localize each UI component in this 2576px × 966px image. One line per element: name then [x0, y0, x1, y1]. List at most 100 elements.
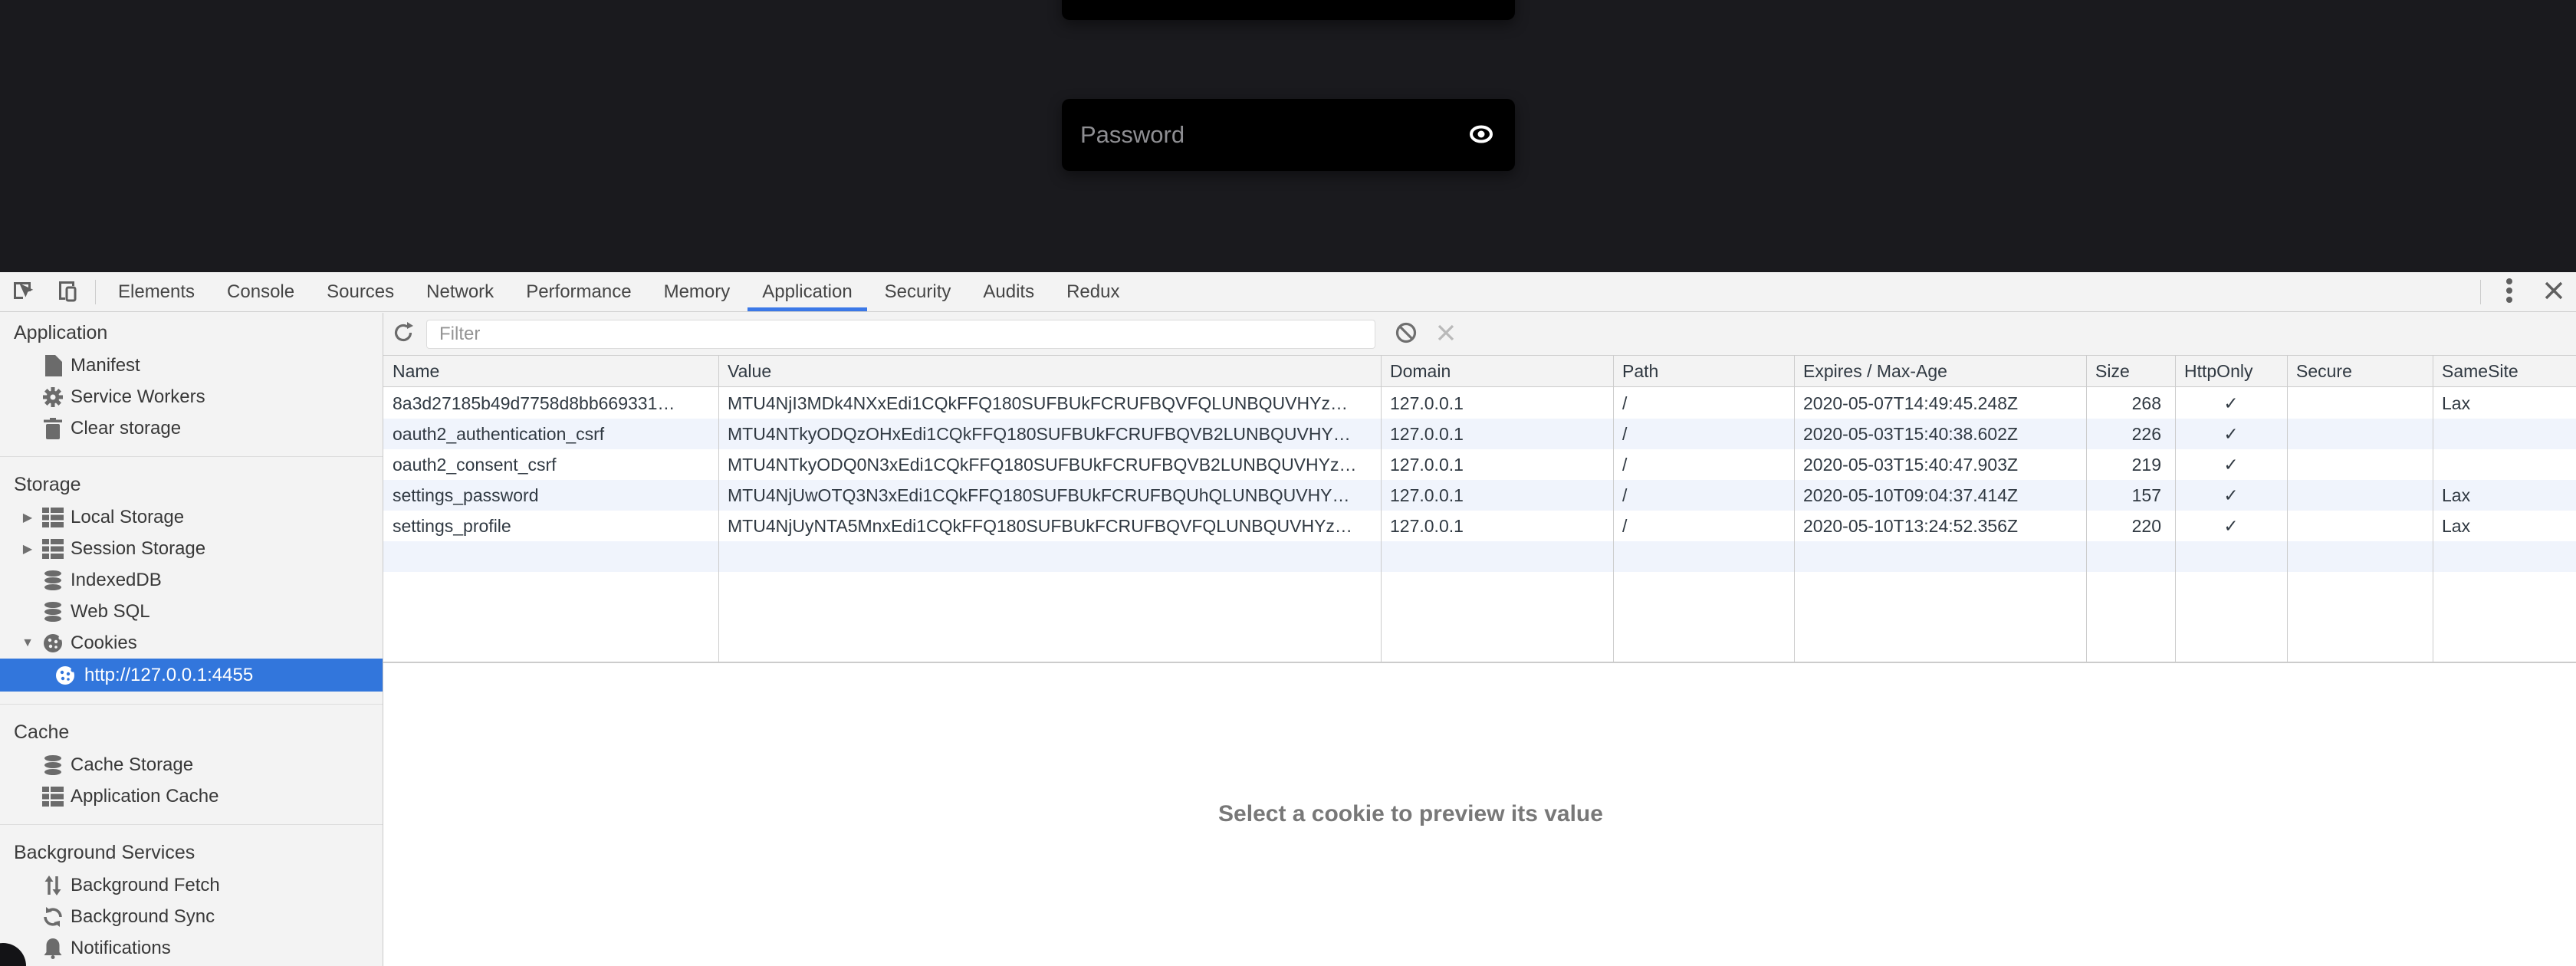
- cookie-size[interactable]: 219: [2086, 449, 2175, 480]
- cookie-row[interactable]: 8a3d27185b49d7758d8bb669331… MTU4NjI3MDk…: [383, 388, 2576, 419]
- cookie-expires[interactable]: 2020-05-10T09:04:37.414Z: [1794, 480, 2086, 511]
- cookie-domain[interactable]: 127.0.0.1: [1381, 388, 1613, 419]
- cookie-value[interactable]: MTU4NjUyNTA5MnxEdi1CQkFFQ180SUFBUkFCRUFB…: [718, 511, 1381, 541]
- password-input[interactable]: [1062, 121, 1467, 149]
- sidebar-item-background-sync[interactable]: Background Sync: [0, 901, 383, 932]
- cookie-name[interactable]: oauth2_authentication_csrf: [383, 419, 718, 449]
- login-field-partial[interactable]: [1062, 0, 1515, 20]
- cookie-value[interactable]: MTU4NTkyODQ0N3xEdi1CQkFFQ180SUFBUkFCRUFB…: [718, 449, 1381, 480]
- cookie-value[interactable]: MTU4NjI3MDk4NXxEdi1CQkFFQ180SUFBUkFCRUFB…: [718, 388, 1381, 419]
- sidebar-item-web-sql[interactable]: Web SQL: [0, 596, 383, 627]
- cookie-samesite[interactable]: Lax: [2433, 511, 2576, 541]
- cookie-httponly[interactable]: ✓: [2175, 449, 2287, 480]
- cookie-name[interactable]: settings_password: [383, 480, 718, 511]
- cookie-size[interactable]: 220: [2086, 511, 2175, 541]
- tab-sources[interactable]: Sources: [310, 272, 410, 311]
- cookie-expires[interactable]: 2020-05-10T13:24:52.356Z: [1794, 511, 2086, 541]
- toggle-password-visibility-button[interactable]: [1467, 124, 1515, 146]
- device-toolbar-button[interactable]: [44, 272, 89, 311]
- cookie-icon: [41, 632, 64, 655]
- cookie-name[interactable]: 8a3d27185b49d7758d8bb669331…: [383, 388, 718, 419]
- cookie-filter-input[interactable]: [426, 320, 1375, 349]
- chevron-right-icon[interactable]: ▶: [18, 510, 37, 525]
- cookie-domain[interactable]: 127.0.0.1: [1381, 480, 1613, 511]
- column-header-path[interactable]: Path: [1613, 356, 1794, 386]
- sidebar-item-manifest[interactable]: Manifest: [0, 350, 383, 381]
- cookie-size[interactable]: 268: [2086, 388, 2175, 419]
- cookie-samesite[interactable]: [2433, 449, 2576, 480]
- cookie-secure[interactable]: [2287, 388, 2433, 419]
- cookie-path[interactable]: /: [1613, 511, 1794, 541]
- tab-redux[interactable]: Redux: [1050, 272, 1135, 311]
- tab-elements[interactable]: Elements: [102, 272, 211, 311]
- tab-memory[interactable]: Memory: [648, 272, 747, 311]
- sidebar-item-application-cache[interactable]: Application Cache: [0, 780, 383, 812]
- cookie-secure[interactable]: [2287, 511, 2433, 541]
- sidebar-item-background-fetch[interactable]: Background Fetch: [0, 869, 383, 901]
- column-header-expires[interactable]: Expires / Max-Age: [1794, 356, 2086, 386]
- cookie-row[interactable]: oauth2_consent_csrf MTU4NTkyODQ0N3xEdi1C…: [383, 449, 2576, 480]
- cookie-httponly[interactable]: ✓: [2175, 388, 2287, 419]
- sidebar-item-notifications[interactable]: Notifications: [0, 932, 383, 964]
- cookie-httponly[interactable]: ✓: [2175, 511, 2287, 541]
- cookie-httponly[interactable]: ✓: [2175, 419, 2287, 449]
- cookie-name[interactable]: oauth2_consent_csrf: [383, 449, 718, 480]
- database-icon: [41, 600, 64, 623]
- cookie-samesite[interactable]: Lax: [2433, 480, 2576, 511]
- cookie-secure[interactable]: [2287, 449, 2433, 480]
- sidebar-item-indexeddb[interactable]: IndexedDB: [0, 564, 383, 596]
- cookie-domain[interactable]: 127.0.0.1: [1381, 511, 1613, 541]
- column-header-secure[interactable]: Secure: [2287, 356, 2433, 386]
- cookie-row[interactable]: oauth2_authentication_csrf MTU4NTkyODQzO…: [383, 419, 2576, 449]
- tab-network[interactable]: Network: [410, 272, 510, 311]
- column-header-domain[interactable]: Domain: [1381, 356, 1613, 386]
- devtools-menu-button[interactable]: [2487, 272, 2532, 311]
- cookie-secure[interactable]: [2287, 419, 2433, 449]
- cookie-name[interactable]: settings_profile: [383, 511, 718, 541]
- column-header-name[interactable]: Name: [383, 356, 718, 386]
- sidebar-item-clear-storage[interactable]: Clear storage: [0, 412, 383, 444]
- cookie-secure[interactable]: [2287, 480, 2433, 511]
- tab-console[interactable]: Console: [211, 272, 310, 311]
- cookie-path[interactable]: /: [1613, 480, 1794, 511]
- cookie-domain[interactable]: 127.0.0.1: [1381, 449, 1613, 480]
- cookie-row[interactable]: settings_password MTU4NjUwOTQ3N3xEdi1CQk…: [383, 480, 2576, 511]
- tab-audits[interactable]: Audits: [967, 272, 1050, 311]
- cookie-table-header: Name Value Domain Path Expires / Max-Age…: [383, 355, 2576, 387]
- sidebar-item-local-storage[interactable]: ▶ Local Storage: [0, 501, 383, 533]
- sidebar-item-session-storage[interactable]: ▶ Session Storage: [0, 533, 383, 564]
- sidebar-item-cookie-origin[interactable]: http://127.0.0.1:4455: [0, 659, 383, 692]
- cookie-size[interactable]: 226: [2086, 419, 2175, 449]
- column-header-value[interactable]: Value: [718, 356, 1381, 386]
- cookie-path[interactable]: /: [1613, 388, 1794, 419]
- tab-performance[interactable]: Performance: [510, 272, 647, 311]
- cookie-row[interactable]: settings_profile MTU4NjUyNTA5MnxEdi1CQkF…: [383, 511, 2576, 541]
- sidebar-item-cache-storage[interactable]: Cache Storage: [0, 749, 383, 780]
- cookie-expires[interactable]: 2020-05-07T14:49:45.248Z: [1794, 388, 2086, 419]
- cookie-httponly[interactable]: ✓: [2175, 480, 2287, 511]
- sidebar-item-service-workers[interactable]: Service Workers: [0, 381, 383, 412]
- tab-application[interactable]: Application: [746, 272, 868, 311]
- cookie-samesite[interactable]: Lax: [2433, 388, 2576, 419]
- cookie-path[interactable]: /: [1613, 419, 1794, 449]
- tab-security[interactable]: Security: [869, 272, 968, 311]
- column-header-samesite[interactable]: SameSite: [2433, 356, 2576, 386]
- cookie-size[interactable]: 157: [2086, 480, 2175, 511]
- column-header-size[interactable]: Size: [2086, 356, 2175, 386]
- cookie-expires[interactable]: 2020-05-03T15:40:47.903Z: [1794, 449, 2086, 480]
- refresh-button[interactable]: [383, 317, 423, 352]
- inspect-element-button[interactable]: [0, 272, 44, 311]
- cookie-samesite[interactable]: [2433, 419, 2576, 449]
- sidebar-item-cookies[interactable]: ▼ Cookies: [0, 627, 383, 659]
- cookie-domain[interactable]: 127.0.0.1: [1381, 419, 1613, 449]
- devtools-close-button[interactable]: [2532, 272, 2576, 311]
- cookie-value[interactable]: MTU4NTkyODQzOHxEdi1CQkFFQ180SUFBUkFCRUFB…: [718, 419, 1381, 449]
- cookie-expires[interactable]: 2020-05-03T15:40:38.602Z: [1794, 419, 2086, 449]
- clear-all-cookies-button[interactable]: [1386, 317, 1426, 352]
- cookie-path[interactable]: /: [1613, 449, 1794, 480]
- delete-selected-button[interactable]: [1426, 317, 1466, 352]
- column-header-httponly[interactable]: HttpOnly: [2175, 356, 2287, 386]
- chevron-down-icon[interactable]: ▼: [18, 636, 37, 650]
- chevron-right-icon[interactable]: ▶: [18, 541, 37, 557]
- cookie-value[interactable]: MTU4NjUwOTQ3N3xEdi1CQkFFQ180SUFBUkFCRUFB…: [718, 480, 1381, 511]
